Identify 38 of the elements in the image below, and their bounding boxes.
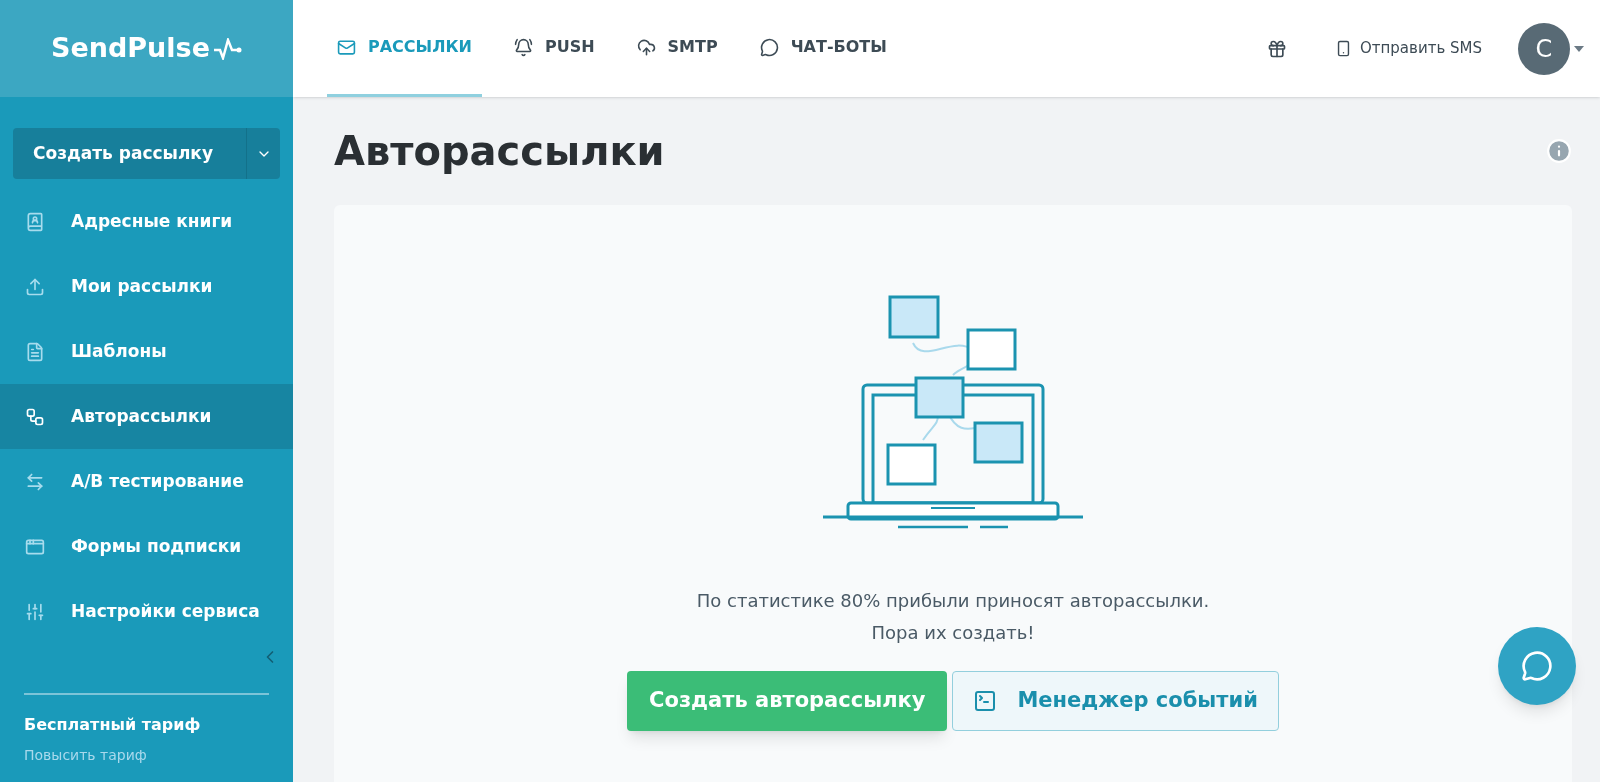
- nav-tab[interactable]: ЧАТ-БОТЫ: [749, 0, 897, 97]
- bell-icon: [513, 37, 533, 57]
- page-title: Авторассылки: [334, 127, 665, 176]
- chat-bubble-icon: [759, 37, 779, 57]
- sliders-icon: [25, 601, 45, 622]
- workflow-icon: [25, 406, 45, 427]
- swap-icon: [25, 471, 45, 492]
- cloud-upload-icon: [636, 37, 656, 57]
- send-sms-link[interactable]: Отправить SMS: [1335, 37, 1482, 60]
- chat-bubble-icon: [1521, 650, 1553, 682]
- upgrade-plan-link[interactable]: Повысить тариф: [24, 745, 269, 766]
- nav-tab[interactable]: SMTP: [626, 0, 728, 97]
- gift-icon[interactable]: [1267, 38, 1287, 59]
- caret-icon[interactable]: [1574, 45, 1584, 52]
- address-book-icon: [25, 211, 45, 232]
- plan-name: Бесплатный тариф: [24, 714, 202, 736]
- sidebar-item[interactable]: Настройки сервиса: [0, 579, 293, 644]
- info-icon[interactable]: [1546, 138, 1572, 164]
- sidebar-item[interactable]: Адресные книги: [0, 189, 293, 254]
- upload-icon: [25, 276, 45, 297]
- document-icon: [25, 341, 45, 362]
- empty-state-message: По статистике 80% прибыли приносят авторассылки. Пора их создать!: [696, 589, 1210, 645]
- sidebar-item[interactable]: Формы подписки: [0, 514, 293, 579]
- create-autoresponder-button[interactable]: Создать авторассылку: [627, 671, 948, 731]
- sidebar-item[interactable]: A/B тестирование: [0, 449, 293, 514]
- phone-icon: [1335, 40, 1352, 57]
- nav-tab[interactable]: PUSH: [503, 0, 605, 97]
- sidebar-item[interactable]: Авторассылки: [0, 384, 293, 449]
- sidebar-item[interactable]: Шаблоны: [0, 319, 293, 384]
- avatar[interactable]: C: [1518, 22, 1570, 75]
- nav-tab[interactable]: РАССЫЛКИ: [327, 0, 482, 97]
- mail-icon: [337, 37, 356, 57]
- event-manager-button[interactable]: Менеджер событий: [952, 671, 1279, 731]
- logo-text: SendPulse: [51, 31, 210, 66]
- terminal-icon: [973, 689, 998, 713]
- sidebar-item[interactable]: Мои рассылки: [0, 254, 293, 319]
- create-campaign-button[interactable]: Создать рассылку: [13, 128, 246, 179]
- pulse-logo-icon: [214, 37, 242, 60]
